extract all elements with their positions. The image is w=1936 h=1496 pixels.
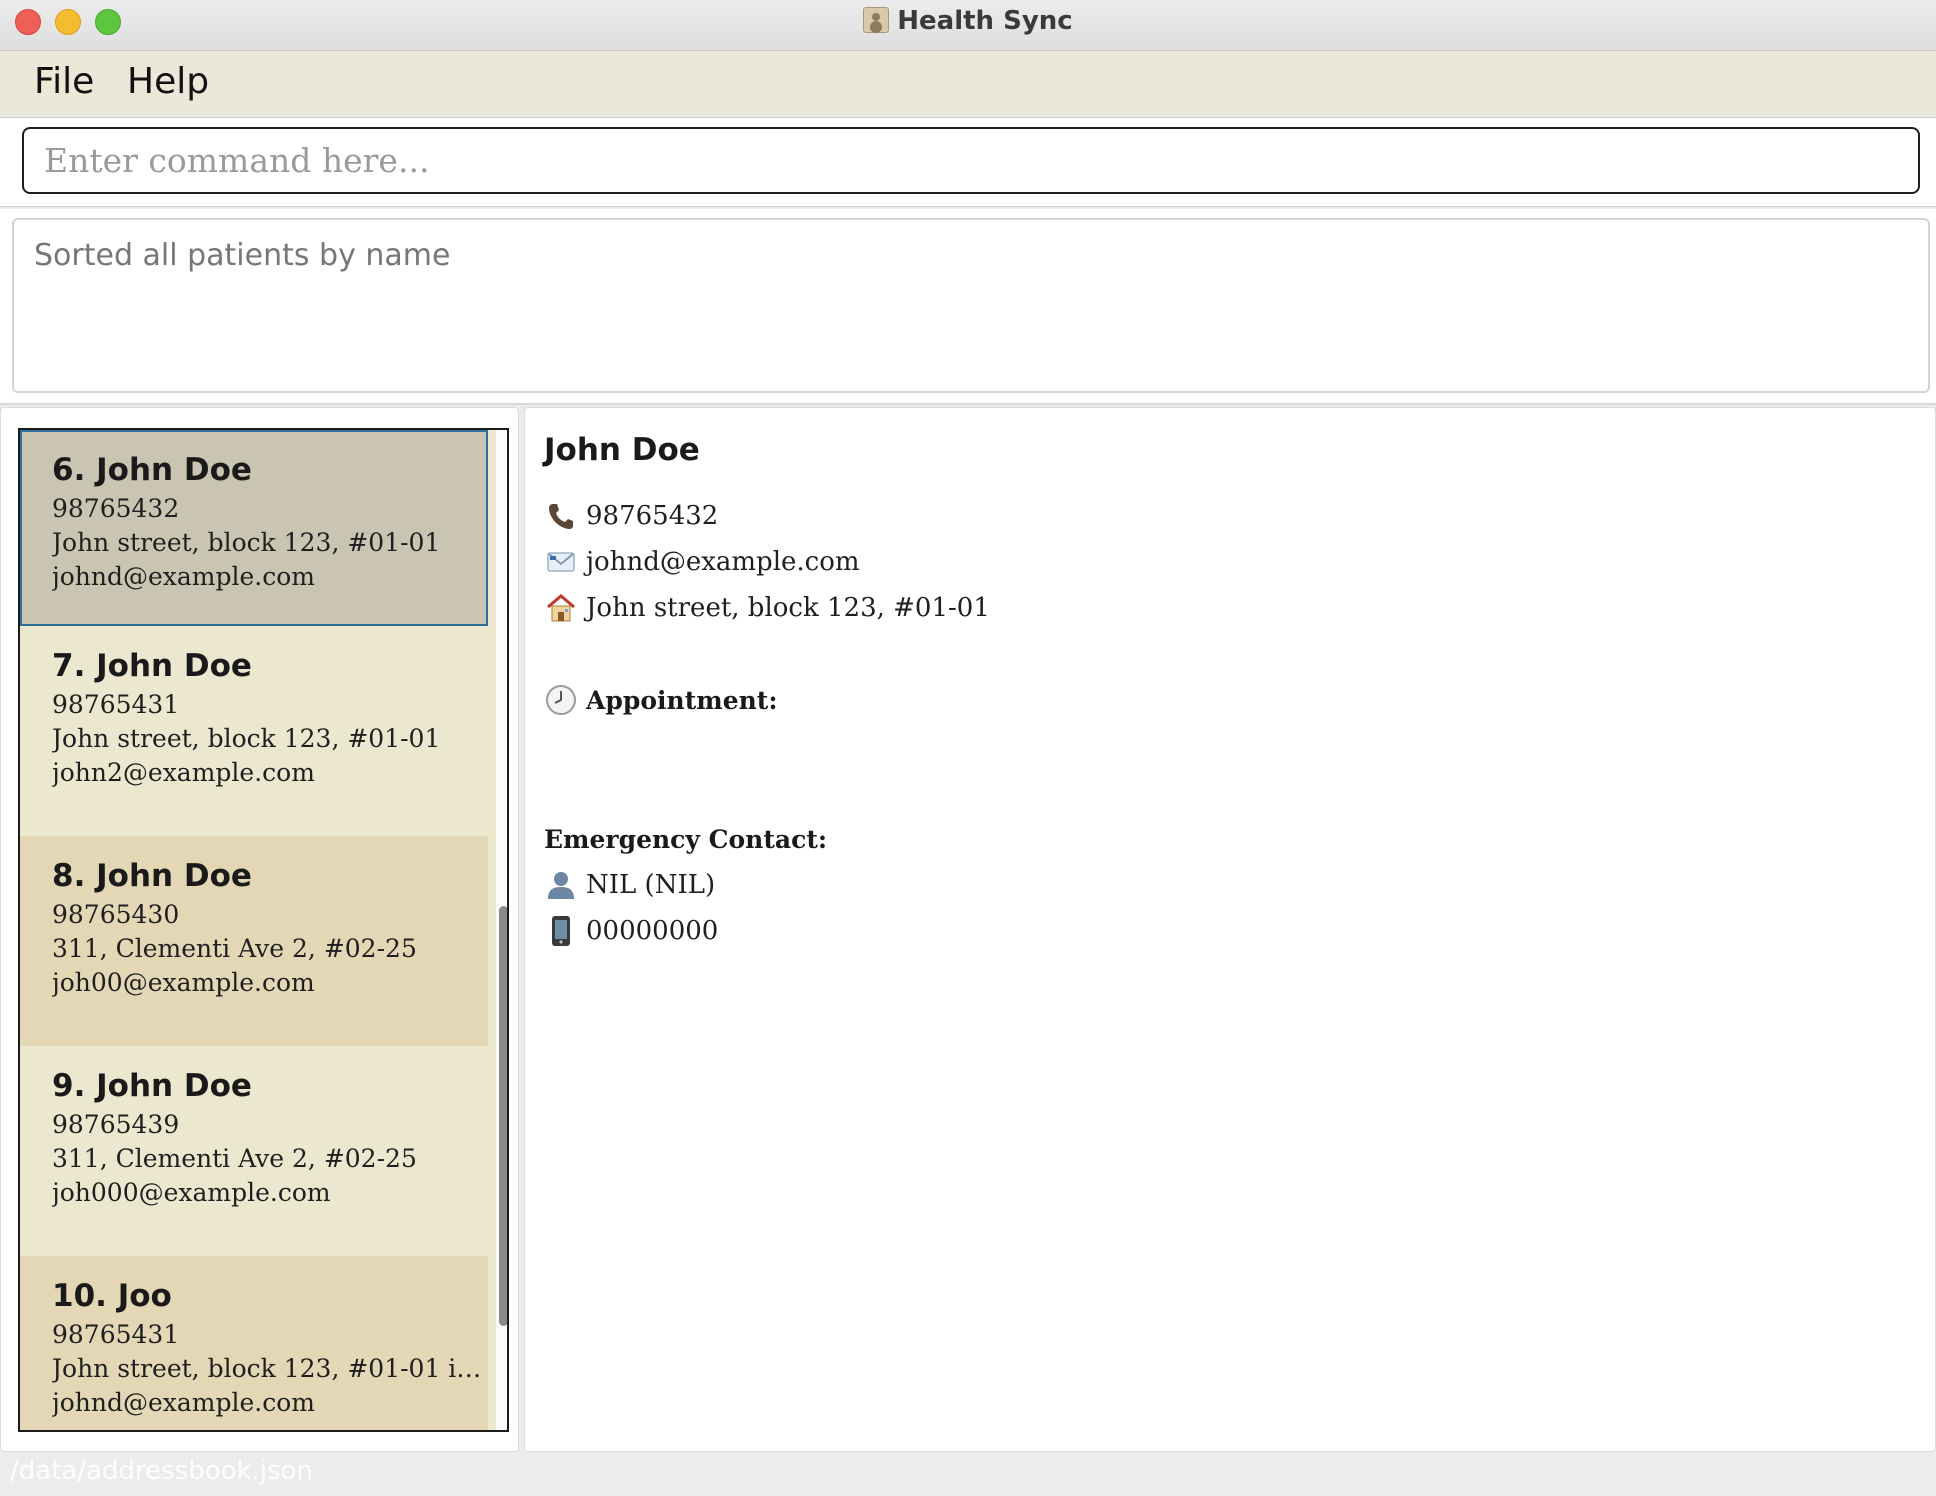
patient-name: 9. John Doe: [52, 1068, 252, 1104]
patient-address: John street, block 123, #01-01: [52, 528, 441, 557]
patient-card[interactable]: 10. Joo 98765431 John street, block 123,…: [20, 1256, 488, 1430]
patient-name: 10. Joo: [52, 1278, 172, 1314]
patient-name: 8. John Doe: [52, 858, 252, 894]
patient-phone: 98765431: [52, 690, 180, 719]
patient-email: john2@example.com: [52, 758, 315, 787]
patient-card-selected[interactable]: 6. John Doe 98765432 John street, block …: [20, 430, 488, 626]
emergency-contact-name: NIL (NIL): [586, 870, 716, 900]
title-bar: Health Sync: [0, 0, 1936, 51]
phone-icon: [544, 499, 578, 533]
clock-icon: [544, 683, 578, 717]
mobile-phone-icon: [544, 914, 578, 948]
status-bar: /data/addressbook.json: [0, 1452, 1936, 1496]
detail-name: John Doe: [544, 432, 700, 468]
patient-name: 6. John Doe: [52, 452, 252, 488]
patient-address: 311, Clementi Ave 2, #02-25: [52, 934, 417, 963]
patient-card[interactable]: 8. John Doe 98765430 311, Clementi Ave 2…: [20, 836, 488, 1046]
patient-card[interactable]: 9. John Doe 98765439 311, Clementi Ave 2…: [20, 1046, 488, 1256]
list-scrollbar-thumb[interactable]: [499, 906, 507, 1326]
patient-card[interactable]: 7. John Doe 98765431 John street, block …: [20, 626, 488, 836]
patient-list[interactable]: 6. John Doe 98765432 John street, block …: [18, 428, 509, 1432]
patient-address: John street, block 123, #01-01: [52, 724, 441, 753]
patient-detail-panel: John Doe 98765432 johnd@example.com John…: [524, 407, 1936, 1452]
detail-phone: 98765432: [586, 501, 719, 531]
emergency-label-row: Emergency Contact:: [544, 819, 827, 859]
detail-address: John street, block 123, #01-01: [586, 593, 990, 623]
command-input[interactable]: [22, 127, 1920, 194]
window-title-group: Health Sync: [0, 6, 1936, 36]
patient-phone: 98765439: [52, 1110, 180, 1139]
emergency-contact-label: Emergency Contact:: [544, 824, 828, 854]
person-icon: [544, 868, 578, 902]
patient-phone: 98765431: [52, 1320, 180, 1349]
command-box: [0, 117, 1936, 207]
emergency-contact-phone: 00000000: [586, 916, 719, 946]
menu-file[interactable]: File: [34, 61, 94, 102]
app-icon: [863, 7, 890, 33]
window-title: Health Sync: [897, 6, 1073, 36]
list-scrollbar[interactable]: [496, 430, 507, 1430]
patient-address: 311, Clementi Ave 2, #02-25: [52, 1144, 417, 1173]
envelope-icon: [544, 545, 578, 579]
patient-name: 7. John Doe: [52, 648, 252, 684]
appointment-row: Appointment:: [544, 680, 778, 720]
detail-email: johnd@example.com: [586, 547, 860, 577]
patient-email: johnd@example.com: [52, 1388, 316, 1417]
patient-email: joh000@example.com: [52, 1178, 331, 1207]
house-icon: [544, 591, 578, 625]
patient-list-panel: 6. John Doe 98765432 John street, block …: [0, 407, 519, 1452]
menu-bar: File Help: [0, 51, 1936, 115]
detail-phone-row: 98765432: [544, 496, 718, 536]
detail-email-row: johnd@example.com: [544, 542, 860, 582]
patient-phone: 98765432: [52, 494, 180, 523]
appointment-label: Appointment:: [586, 685, 778, 715]
patient-email: johnd@example.com: [52, 562, 316, 591]
patient-phone: 98765430: [52, 900, 180, 929]
patient-address: John street, block 123, #01-01 inv...: [52, 1354, 482, 1383]
save-location: /data/addressbook.json: [10, 1456, 314, 1486]
result-display-panel: Sorted all patients by name: [0, 209, 1936, 405]
emergency-phone-row: 00000000: [544, 911, 718, 951]
detail-address-row: John street, block 123, #01-01: [544, 588, 990, 628]
emergency-name-row: NIL (NIL): [544, 865, 715, 905]
menu-help[interactable]: Help: [127, 61, 209, 102]
patient-email: joh00@example.com: [52, 968, 315, 997]
result-display: Sorted all patients by name: [12, 218, 1930, 393]
